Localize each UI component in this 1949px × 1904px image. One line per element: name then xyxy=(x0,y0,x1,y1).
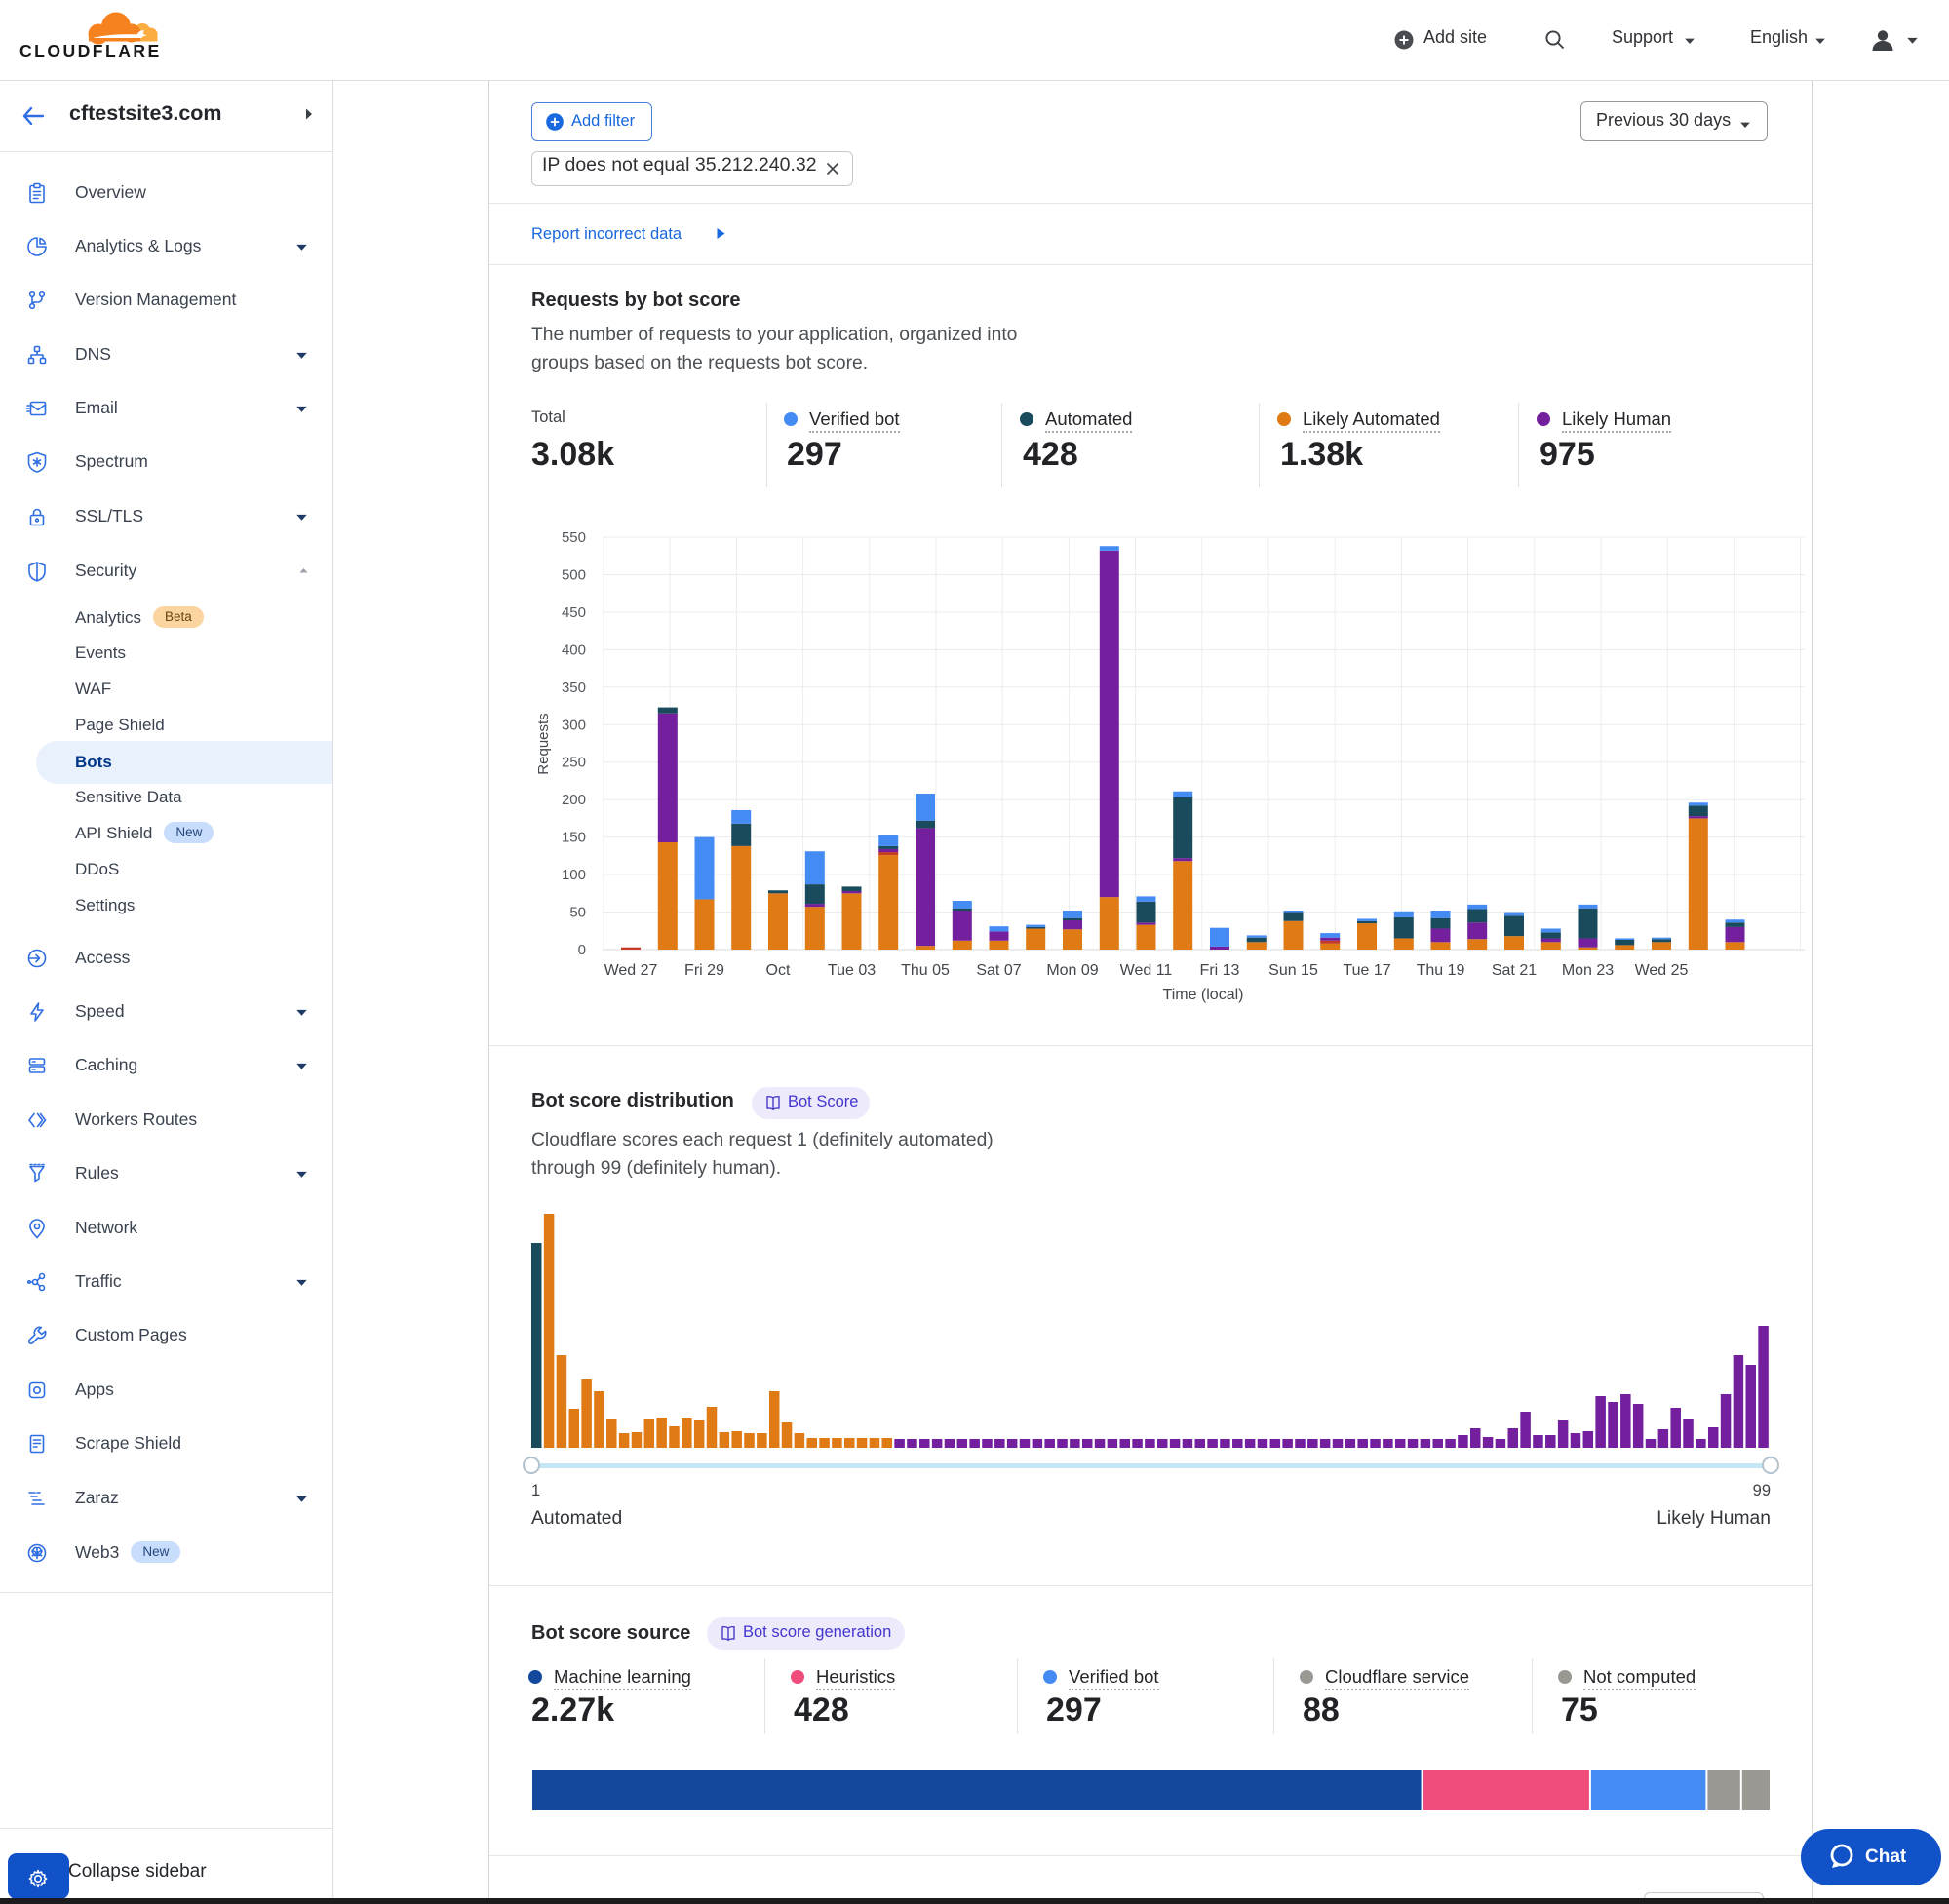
svg-text:Sat 07: Sat 07 xyxy=(976,962,1021,979)
svg-text:500: 500 xyxy=(562,567,586,584)
svg-text:350: 350 xyxy=(562,680,586,696)
svg-text:0: 0 xyxy=(578,942,586,958)
svg-text:200: 200 xyxy=(562,792,586,808)
svg-text:CLOUDFLARE: CLOUDFLARE xyxy=(19,41,162,59)
svg-text:50: 50 xyxy=(569,905,586,921)
svg-text:Tue 17: Tue 17 xyxy=(1343,962,1390,979)
svg-text:Thu 19: Thu 19 xyxy=(1417,962,1465,979)
svg-text:Sun 15: Sun 15 xyxy=(1268,962,1318,979)
svg-text:Mon 09: Mon 09 xyxy=(1046,962,1098,979)
svg-text:Wed 25: Wed 25 xyxy=(1635,962,1689,979)
svg-text:Requests: Requests xyxy=(535,713,552,774)
svg-text:Time (local): Time (local) xyxy=(1163,987,1244,1003)
svg-text:300: 300 xyxy=(562,717,586,733)
svg-text:Thu 05: Thu 05 xyxy=(901,962,950,979)
svg-text:Fri 13: Fri 13 xyxy=(1200,962,1240,979)
svg-text:100: 100 xyxy=(562,867,586,883)
svg-text:Wed 11: Wed 11 xyxy=(1120,962,1173,979)
svg-text:Sat 21: Sat 21 xyxy=(1492,962,1537,979)
svg-text:450: 450 xyxy=(562,604,586,621)
svg-text:Mon 23: Mon 23 xyxy=(1562,962,1614,979)
svg-text:400: 400 xyxy=(562,641,586,658)
svg-text:Wed 27: Wed 27 xyxy=(604,962,658,979)
svg-text:Oct: Oct xyxy=(766,962,791,979)
svg-text:Tue 03: Tue 03 xyxy=(828,962,876,979)
svg-text:150: 150 xyxy=(562,830,586,846)
svg-text:Fri 29: Fri 29 xyxy=(684,962,724,979)
svg-text:550: 550 xyxy=(562,529,586,546)
svg-text:250: 250 xyxy=(562,755,586,771)
